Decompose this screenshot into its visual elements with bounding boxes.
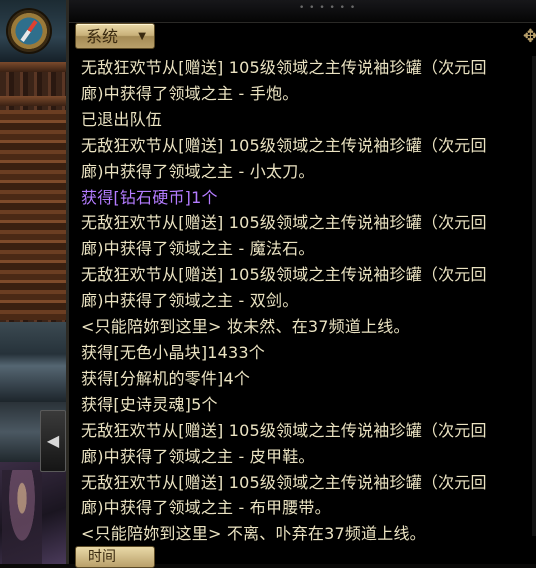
chat-message-line: 廊)中获得了领域之主 - 小太刀。 [81,161,315,181]
chat-message-line: 获得[分解机的零件]4个 [81,368,251,388]
settings-gear-icon[interactable]: ✥ [523,26,536,47]
scene-wood-wall [0,110,66,320]
game-scene: ◀ [0,0,66,564]
chat-message-line: 无敌狂欢节从[赠送] 105级领域之主传说袖珍罐（次元回 [81,213,487,233]
chat-message-line: 无敌狂欢节从[赠送] 105级领域之主传说袖珍罐（次元回 [81,135,487,155]
chat-message-line: 无敌狂欢节从[赠送] 105级领域之主传说袖珍罐（次元回 [81,265,487,285]
player-character [2,470,42,564]
chat-message-line: 廊)中获得了领域之主 - 魔法石。 [81,239,315,259]
chat-message-line: 已退出队伍 [81,109,163,129]
chat-message-line: 无敌狂欢节从[赠送] 105级领域之主传说袖珍罐（次元回 [81,472,487,492]
drag-grip-icon[interactable]: • • • • • • [299,3,356,13]
scene-beam [0,96,66,106]
chat-message-line: 获得[史诗灵魂]5个 [81,394,218,414]
chat-message-line: <只能陪妳到这里> 妆未然、在37频道上线。 [81,317,410,337]
chat-scrollbar[interactable] [532,56,536,536]
chat-message-line: 廊)中获得了领域之主 - 布甲腰带。 [81,498,331,518]
chat-message-line: 廊)中获得了领域之主 - 皮甲鞋。 [81,446,315,466]
chat-message-line: 获得[无色小晶块]1433个 [81,342,266,362]
channel-select-tab[interactable]: 系统 ▼ [75,23,155,49]
time-tab[interactable]: 时间 [75,546,155,568]
minimap-compass-icon[interactable] [8,10,50,52]
chat-panel-header[interactable]: • • • • • • [69,0,536,23]
scene-metal-panel [0,322,66,402]
chat-message-line: 无敌狂欢节从[赠送] 105级领域之主传说袖珍罐（次元回 [81,420,487,440]
chat-message-line: 廊)中获得了领域之主 - 双剑。 [81,291,299,311]
chevron-down-icon: ▼ [138,31,146,42]
collapse-left-arrow-icon[interactable]: ◀ [40,410,66,472]
chat-log: 无敌狂欢节从[赠送] 105级领域之主传说袖珍罐（次元回 廊)中获得了领域之主 -… [81,55,526,547]
chat-message-line: <只能陪妳到这里> 不离、卟弃在37频道上线。 [81,524,426,544]
chat-message-line: 获得[钻石硬币]1个 [81,187,218,207]
scene-beam [0,62,66,72]
chat-panel: • • • • • • 系统 ▼ ✥ 无敌狂欢节从[赠送] 105级领域之主传说… [66,0,536,568]
channel-tab-label: 系统 [86,27,119,46]
chat-message-line: 廊)中获得了领域之主 - 手炮。 [81,83,299,103]
compass-needle [20,20,38,42]
time-tab-label: 时间 [88,549,116,565]
chat-message-line: 无敌狂欢节从[赠送] 105级领域之主传说袖珍罐（次元回 [81,58,487,77]
